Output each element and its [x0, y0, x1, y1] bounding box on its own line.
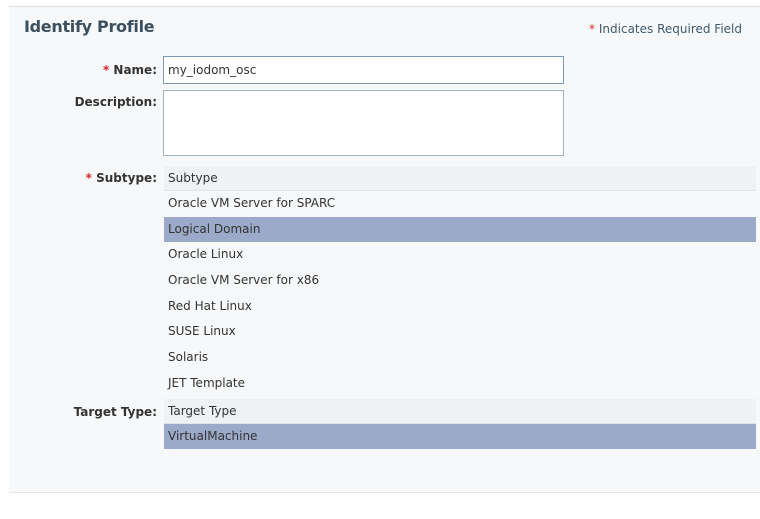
- name-input[interactable]: my_iodom_osc: [163, 56, 564, 84]
- subtype-option[interactable]: Oracle Linux: [164, 242, 756, 268]
- subtype-option[interactable]: Oracle VM Server for SPARC: [164, 191, 756, 217]
- required-star: *: [589, 22, 596, 36]
- target-type-label: Target Type:: [73, 405, 157, 419]
- target-type-option[interactable]: VirtualMachine: [164, 424, 756, 449]
- subtype-option[interactable]: Solaris: [164, 345, 756, 371]
- target-type-list-header: Target Type: [164, 399, 756, 424]
- name-required-star: *: [102, 63, 110, 77]
- subtype-option[interactable]: Oracle VM Server for x86: [164, 268, 756, 294]
- subtype-option[interactable]: SUSE Linux: [164, 319, 756, 345]
- subtype-list[interactable]: Subtype Oracle VM Server for SPARC Logica…: [164, 166, 756, 397]
- subtype-required-star: *: [85, 171, 92, 185]
- subtype-option[interactable]: Logical Domain: [164, 216, 756, 243]
- identify-profile-panel: Identify Profile * Indicates Required Fi…: [9, 6, 760, 493]
- required-field-note: * Indicates Required Field: [589, 22, 742, 36]
- required-note-text: Indicates Required Field: [598, 22, 742, 36]
- subtype-option[interactable]: JET Template: [164, 371, 756, 397]
- description-textarea[interactable]: [163, 90, 564, 156]
- subtype-option[interactable]: Red Hat Linux: [164, 294, 756, 320]
- subtype-label: * Subtype:: [85, 171, 157, 185]
- subtype-list-header: Subtype: [164, 166, 756, 191]
- name-label: * Name:: [102, 63, 157, 77]
- description-label: Description:: [74, 95, 157, 109]
- panel-title: Identify Profile: [24, 17, 155, 36]
- target-type-list[interactable]: Target Type VirtualMachine: [164, 399, 756, 449]
